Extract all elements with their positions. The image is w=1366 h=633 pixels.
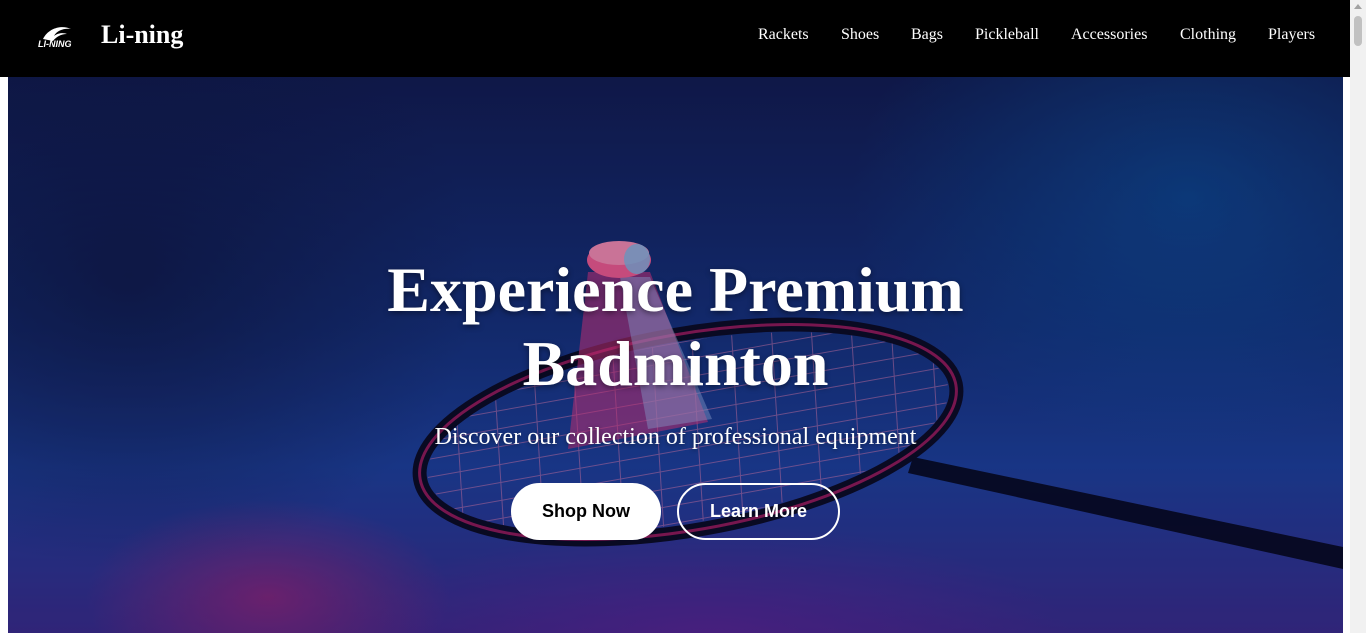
scroll-up-arrow-icon[interactable] bbox=[1354, 4, 1362, 9]
li-ning-logo-icon[interactable]: LI-NING bbox=[37, 23, 85, 49]
scrollbar-thumb[interactable] bbox=[1354, 16, 1362, 46]
hero-title-line1: Experience Premium bbox=[387, 254, 964, 325]
nav-link-players[interactable]: Players bbox=[1268, 26, 1315, 44]
navbar: LI-NING Li-ning Rackets Shoes Bags Pickl… bbox=[0, 0, 1350, 77]
nav-link-clothing[interactable]: Clothing bbox=[1180, 26, 1236, 44]
learn-more-button[interactable]: Learn More bbox=[677, 483, 840, 540]
page: LI-NING Li-ning Rackets Shoes Bags Pickl… bbox=[0, 0, 1366, 633]
nav-link-rackets[interactable]: Rackets bbox=[758, 26, 809, 44]
shop-now-button[interactable]: Shop Now bbox=[511, 483, 661, 540]
hero-title-line2: Badminton bbox=[522, 328, 829, 399]
page-scrollbar[interactable] bbox=[1350, 0, 1366, 633]
nav-link-accessories[interactable]: Accessories bbox=[1071, 26, 1147, 44]
brand-link[interactable]: Li-ning bbox=[101, 20, 183, 50]
nav-link-bags[interactable]: Bags bbox=[911, 26, 943, 44]
nav-link-shoes[interactable]: Shoes bbox=[841, 26, 879, 44]
hero-subtitle: Discover our collection of professional … bbox=[434, 424, 917, 450]
hero-title: Experience Premium Badminton bbox=[8, 253, 1343, 401]
hero-section: Experience Premium Badminton Discover ou… bbox=[8, 77, 1343, 633]
logo-text: LI-NING bbox=[38, 39, 72, 49]
nav-link-pickleball[interactable]: Pickleball bbox=[975, 26, 1039, 44]
